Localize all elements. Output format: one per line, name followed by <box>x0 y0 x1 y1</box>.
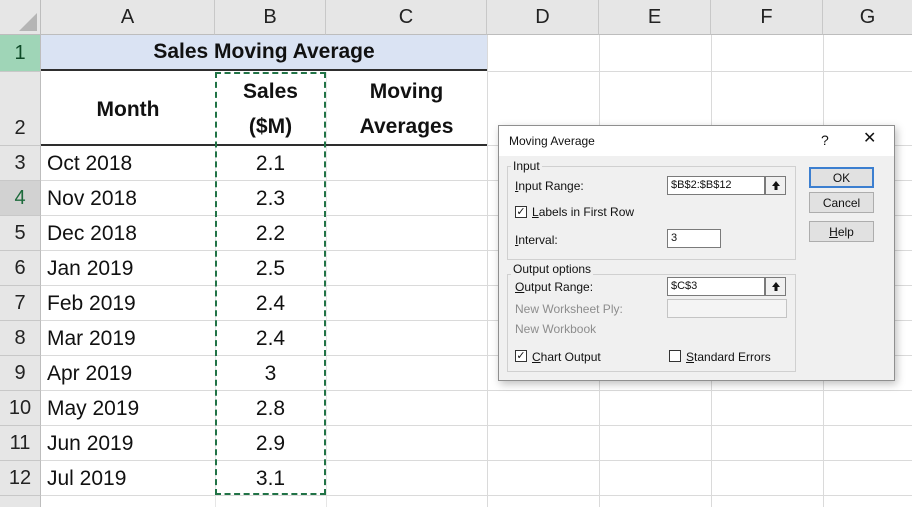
column-header-e[interactable]: E <box>599 0 711 35</box>
column-header-d[interactable]: D <box>487 0 599 35</box>
month-cell[interactable]: Apr 2019 <box>47 356 132 391</box>
help-question-icon[interactable]: ? <box>821 132 829 148</box>
labels-first-row-checkbox[interactable]: ✓ <box>515 206 527 218</box>
month-cell[interactable]: Oct 2018 <box>47 146 132 181</box>
row-header-8[interactable]: 8 <box>0 321 41 356</box>
copy-selection-marquee <box>215 72 326 495</box>
collapse-arrow-icon <box>771 181 780 190</box>
month-cell[interactable]: Jun 2019 <box>47 426 133 461</box>
row-header-4[interactable]: 4 <box>0 181 41 216</box>
output-group-label: Output options <box>511 262 594 276</box>
ok-button[interactable]: OK <box>809 167 874 188</box>
gridline <box>487 71 912 72</box>
standard-errors-label: Standard Errors <box>686 350 771 364</box>
labels-first-row-label: Labels in First Row <box>532 205 635 219</box>
month-cell[interactable]: Dec 2018 <box>47 216 137 251</box>
new-workbook-label: New Workbook <box>515 322 597 336</box>
interval-label: Interval: <box>515 233 558 247</box>
row-header-5[interactable]: 5 <box>0 216 41 251</box>
chart-output-checkbox[interactable]: ✓ <box>515 350 527 362</box>
collapse-arrow-icon <box>771 282 780 291</box>
cancel-button[interactable]: Cancel <box>809 192 874 213</box>
new-worksheet-ply-label: New Worksheet Ply: <box>515 302 623 316</box>
gridline <box>41 390 912 391</box>
month-cell[interactable]: Nov 2018 <box>47 181 137 216</box>
interval-field[interactable]: 3 <box>667 229 721 248</box>
row-header-13[interactable] <box>0 496 41 507</box>
column-header-b[interactable]: B <box>215 0 326 35</box>
header-moving-line1[interactable]: Moving <box>326 74 487 109</box>
row-header-2[interactable]: 2 <box>0 72 41 146</box>
input-range-field[interactable]: $B$2:$B$12 <box>667 176 765 195</box>
month-cell[interactable]: Jan 2019 <box>47 251 133 286</box>
select-all-corner[interactable] <box>0 0 41 35</box>
gridline <box>41 425 912 426</box>
month-cell[interactable]: Feb 2019 <box>47 286 136 321</box>
row-header-3[interactable]: 3 <box>0 146 41 181</box>
output-range-field[interactable]: $C$3 <box>667 277 765 296</box>
input-range-collapse-button[interactable] <box>765 176 786 195</box>
dialog-title: Moving Average <box>509 134 595 148</box>
month-cell[interactable]: Mar 2019 <box>47 321 136 356</box>
gridline <box>487 35 488 507</box>
standard-errors-checkbox[interactable] <box>669 350 681 362</box>
select-all-triangle-icon <box>19 13 37 31</box>
column-header-a[interactable]: A <box>41 0 215 35</box>
row-header-11[interactable]: 11 <box>0 426 41 461</box>
column-header-g[interactable]: G <box>823 0 912 35</box>
month-cell[interactable]: Jul 2019 <box>47 461 126 496</box>
moving-average-dialog: Moving Average ? ✕ Input Input Range: $B… <box>498 125 895 381</box>
sheet-title[interactable]: Sales Moving Average <box>41 35 487 71</box>
chart-output-label: Chart Output <box>532 350 601 364</box>
column-header-c[interactable]: C <box>326 0 487 35</box>
help-button[interactable]: Help <box>809 221 874 242</box>
header-moving-line2[interactable]: Averages <box>326 109 487 144</box>
row-header-1[interactable]: 1 <box>0 35 41 72</box>
output-range-label: Output Range: <box>515 280 594 294</box>
row-header-7[interactable]: 7 <box>0 286 41 321</box>
input-group-label: Input <box>511 159 542 173</box>
column-header-f[interactable]: F <box>711 0 823 35</box>
close-icon[interactable]: ✕ <box>863 129 876 149</box>
row-header-10[interactable]: 10 <box>0 391 41 426</box>
row-header-12[interactable]: 12 <box>0 461 41 496</box>
header-month[interactable]: Month <box>41 92 215 127</box>
row-header-6[interactable]: 6 <box>0 251 41 286</box>
output-range-collapse-button[interactable] <box>765 277 786 296</box>
new-worksheet-ply-field[interactable] <box>667 299 787 318</box>
row-header-9[interactable]: 9 <box>0 356 41 391</box>
gridline <box>41 460 912 461</box>
month-cell[interactable]: May 2019 <box>47 391 139 426</box>
gridline <box>41 495 912 496</box>
input-range-label: Input Range: <box>515 179 584 193</box>
